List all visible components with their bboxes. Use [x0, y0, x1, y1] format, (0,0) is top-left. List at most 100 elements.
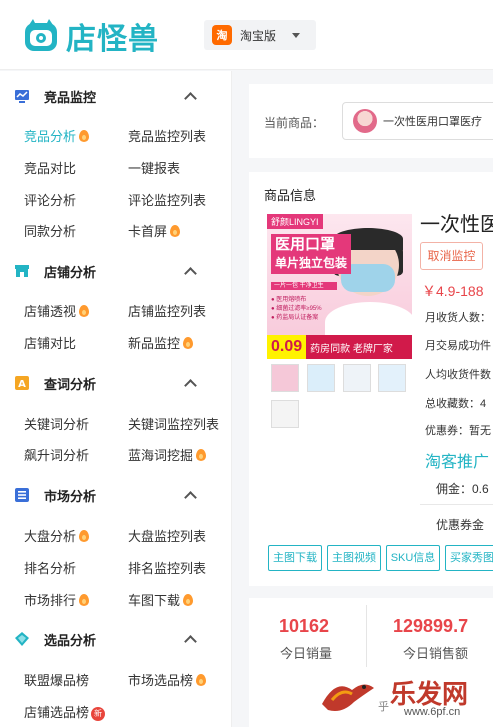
- shop-icon: [15, 265, 29, 277]
- hot-icon: [79, 305, 90, 317]
- stats-divider: [366, 605, 367, 667]
- thumbnail[interactable]: [378, 364, 406, 392]
- today-revenue-value: 129899.7: [393, 616, 469, 636]
- monthly-buyers: 月收货人数：: [425, 312, 491, 324]
- sidebar-item-rank-monitor-list[interactable]: 排名监控列表: [128, 558, 206, 577]
- sidebar-item-competitor-analysis[interactable]: 竞品分析: [24, 126, 90, 145]
- sidebar-item-keyword-analysis[interactable]: 关键词分析: [24, 414, 89, 433]
- sidebar-item-blue-ocean-keyword[interactable]: 蓝海词挖掘: [128, 445, 207, 464]
- product-title: 一次性医: [420, 214, 493, 236]
- current-product-selector[interactable]: 一次性医用口罩医疗: [342, 102, 493, 140]
- sidebar-item-rising-keyword[interactable]: 飙升词分析: [24, 445, 89, 464]
- section-title: 市场分析: [44, 488, 97, 504]
- hot-icon: [196, 449, 207, 461]
- coupon-status: 优惠券：暂无: [425, 425, 491, 437]
- sidebar-item-one-click-report[interactable]: 一键报表: [128, 158, 180, 177]
- hot-icon: [79, 130, 90, 142]
- sidebar-item-keyword-monitor-list[interactable]: 关键词监控列表: [128, 414, 219, 433]
- coupon-amount: 优惠券金: [436, 518, 485, 532]
- new-badge: 新: [91, 707, 106, 721]
- sidebar-item-shop-selection-list[interactable]: 店铺选品榜新: [24, 702, 106, 721]
- section-header-shop-analysis[interactable]: 店铺分析: [0, 256, 232, 286]
- sidebar-item-market-ranking[interactable]: 市场排行: [24, 590, 90, 609]
- chevron-up-icon[interactable]: [184, 490, 197, 504]
- hot-icon: [196, 674, 207, 686]
- main-video-button[interactable]: 主图视频: [327, 545, 381, 571]
- sidebar-item-car-image-download[interactable]: 车图下载: [128, 590, 194, 609]
- current-product-name: 一次性医用口罩医疗: [383, 116, 482, 128]
- hot-icon: [170, 225, 181, 237]
- hot-icon: [183, 594, 194, 606]
- product-info-title: 商品信息: [264, 188, 317, 203]
- sidebar-item-competitor-monitor-list[interactable]: 竞品监控列表: [128, 126, 206, 145]
- top-header: 店怪兽 淘 淘宝版: [0, 0, 493, 70]
- sidebar-item-competitor-compare[interactable]: 竞品对比: [24, 158, 76, 177]
- thumbnail[interactable]: [343, 364, 371, 392]
- section-header-product-selection[interactable]: 选品分析: [0, 624, 232, 654]
- platform-selector[interactable]: 淘 淘宝版: [204, 20, 316, 50]
- chevron-up-icon[interactable]: [184, 266, 197, 280]
- current-product-label: 当前商品：: [264, 116, 325, 130]
- watermark-url: www.6pf.cn: [404, 706, 461, 718]
- sidebar-item-first-screen[interactable]: 卡首屏: [128, 221, 181, 240]
- sidebar-item-new-product-monitor[interactable]: 新品监控: [128, 333, 194, 352]
- today-revenue-label: 今日销售额: [403, 646, 469, 661]
- sidebar-item-same-style-analysis[interactable]: 同款分析: [24, 221, 76, 240]
- watermark-prefix: 乎: [378, 701, 389, 713]
- product-price: ￥4.9-188: [422, 283, 484, 299]
- sidebar-item-shop-compare[interactable]: 店铺对比: [24, 333, 76, 352]
- taobao-icon: 淘: [212, 25, 232, 45]
- list-icon: [15, 488, 29, 502]
- logo-text: 店怪兽: [66, 22, 159, 57]
- thumbnail[interactable]: [271, 364, 299, 392]
- product-avatar: [353, 109, 377, 133]
- section-title: 竞品监控: [44, 89, 97, 105]
- sidebar-item-market-monitor-list[interactable]: 大盘监控列表: [128, 526, 206, 545]
- divider: [420, 504, 493, 505]
- section-header-competitor-monitor[interactable]: 竞品监控: [0, 81, 232, 111]
- sidebar-item-rank-analysis[interactable]: 排名分析: [24, 558, 76, 577]
- dragon-logo-icon: [322, 684, 374, 711]
- sku-info-button[interactable]: SKU信息: [386, 545, 440, 571]
- svg-text:A: A: [18, 379, 26, 390]
- sidebar: 竞品监控 竞品分析 竞品监控列表 竞品对比 一键报表 评论分析 评论监控列表 同…: [0, 71, 232, 727]
- total-favorites: 总收藏数：4: [425, 398, 487, 410]
- image-headline: 医用口罩 单片独立包装: [271, 234, 352, 274]
- commission: 佣金：0.6: [436, 482, 489, 496]
- sidebar-item-review-analysis[interactable]: 评论分析: [24, 190, 76, 209]
- section-title: 查词分析: [44, 376, 97, 392]
- product-main-image[interactable]: 舒颜LINGYI 医用口罩 单片独立包装 一片一包 干净卫生 ● 医用熔喷布 ● …: [267, 214, 412, 359]
- keyword-a-icon: A: [15, 376, 29, 390]
- hot-icon: [79, 530, 90, 542]
- section-header-market-analysis[interactable]: 市场分析: [0, 480, 232, 510]
- platform-label: 淘宝版: [240, 28, 277, 43]
- logo[interactable]: 店怪兽: [22, 14, 159, 58]
- monthly-sold-items: 月交易成功件: [425, 340, 491, 352]
- sidebar-item-alliance-hot-list[interactable]: 联盟爆品榜: [24, 670, 89, 689]
- chevron-up-icon[interactable]: [184, 91, 197, 105]
- image-brand-text: 舒颜LINGYI: [267, 214, 323, 229]
- sidebar-item-market-selection-list[interactable]: 市场选品榜: [128, 670, 207, 689]
- main-image-download-button[interactable]: 主图下载: [268, 545, 322, 571]
- section-title: 选品分析: [44, 632, 97, 648]
- cancel-monitor-button[interactable]: 取消监控: [420, 242, 483, 270]
- logo-monster-icon: [25, 19, 57, 51]
- hot-icon: [79, 594, 90, 606]
- buyer-show-button[interactable]: 买家秀图: [445, 545, 493, 571]
- image-price-strip: 0.09 药房同款 老牌厂家: [267, 335, 412, 359]
- avg-items-per-buyer: 人均收货件数: [425, 369, 491, 381]
- chevron-up-icon[interactable]: [184, 634, 197, 648]
- section-header-keyword-analysis[interactable]: A 查词分析: [0, 368, 232, 398]
- sidebar-item-shop-insight[interactable]: 店铺透视: [24, 301, 90, 320]
- image-feature-list: ● 医用熔喷布 ● 细菌过滤率≥95% ● 药监局认证备案: [271, 297, 322, 321]
- section-title: 店铺分析: [44, 264, 97, 280]
- promo-title: 淘客推广: [425, 454, 490, 471]
- chevron-up-icon[interactable]: [184, 378, 197, 392]
- sidebar-item-market-overview[interactable]: 大盘分析: [24, 526, 90, 545]
- sidebar-item-review-monitor-list[interactable]: 评论监控列表: [128, 190, 206, 209]
- today-sales-label: 今日销量: [280, 646, 333, 661]
- thumbnail[interactable]: [271, 400, 299, 428]
- sidebar-item-shop-monitor-list[interactable]: 店铺监控列表: [128, 301, 206, 320]
- thumbnail[interactable]: [307, 364, 335, 392]
- today-sales-value: 10162: [279, 616, 330, 636]
